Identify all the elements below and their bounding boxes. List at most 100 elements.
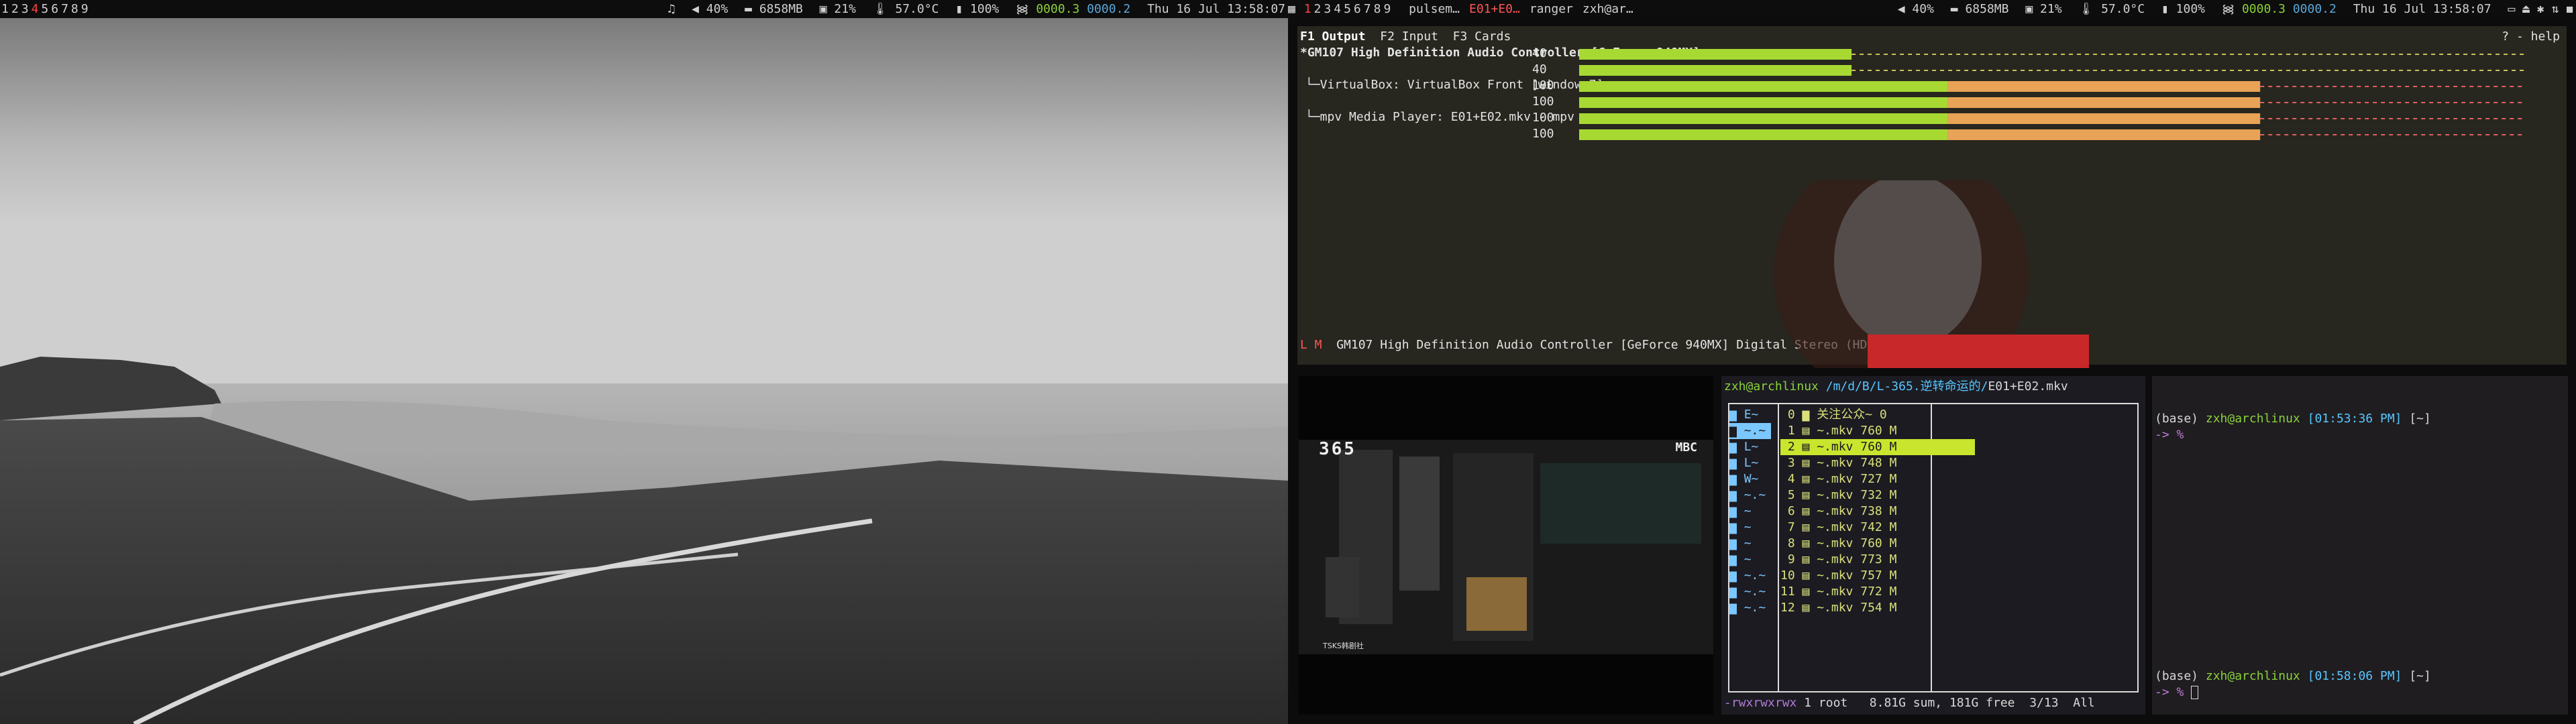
window-title-2[interactable]: ranger <box>1529 0 1573 18</box>
window-title-1[interactable]: E01+E0… <box>1469 0 1520 18</box>
layout-icon[interactable]: ▦ <box>1288 2 1295 16</box>
tray-icons[interactable]: ▭ ⏏ ✱ ⇅ ◼ <box>2508 0 2573 18</box>
workspace-list[interactable]: 123456789 <box>0 2 90 16</box>
file-entry[interactable]: 7 ▤ ~.mkv 742 M <box>1780 520 1975 536</box>
file-entry[interactable]: 10 ▤ ~.mkv 757 M <box>1780 568 1975 584</box>
file-entry[interactable]: 4 ▤ ~.mkv 727 M <box>1780 471 1975 487</box>
file-list[interactable]: 0 ▆ 关注公众~ 0 1 ▤ ~.mkv 760 M 2 ▤ ~.mkv 76… <box>1780 407 1975 616</box>
workspace-6[interactable]: 6 <box>50 0 60 18</box>
footer-flags: L M <box>1300 338 1322 352</box>
volume-levels[interactable]: 40 40 100 100 100 100 <box>1297 45 2567 172</box>
file-entry[interactable]: 3 ▤ ~.mkv 748 M <box>1780 455 1975 471</box>
parent-entry[interactable]: ▆ ~ <box>1729 536 1771 552</box>
parent-entry[interactable]: ▆ ~.~ <box>1729 487 1771 503</box>
volume-indicator[interactable]: ◀ 40% <box>692 0 728 18</box>
file-size: 760 M <box>1860 536 1897 550</box>
parent-entry[interactable]: ▆ ~.~ <box>1729 584 1771 600</box>
workspace-1[interactable]: 1 <box>1303 0 1313 18</box>
file-name: ~.mkv <box>1817 504 1861 518</box>
column-divider <box>1778 404 1779 691</box>
level-bar-orange <box>1947 129 2261 140</box>
workspace-4[interactable]: 4 <box>30 0 40 18</box>
workspace-1[interactable]: 1 <box>0 0 10 18</box>
workspace-3[interactable]: 3 <box>1322 0 1332 18</box>
file-size: 738 M <box>1860 504 1897 518</box>
folder-icon: ▆ <box>1729 504 1744 518</box>
workspace-5[interactable]: 5 <box>1342 0 1352 18</box>
workspace-7[interactable]: 7 <box>60 0 70 18</box>
parent-entry[interactable]: ▆ ~ <box>1729 503 1771 520</box>
level-bar-orange <box>1947 113 2261 124</box>
file-size: 760 M <box>1860 440 1897 454</box>
level-bar-green <box>1579 65 1852 76</box>
file-entry[interactable]: 1 ▤ ~.mkv 760 M <box>1780 423 1975 439</box>
file-entry[interactable]: 0 ▆ 关注公众~ 0 <box>1780 407 1975 423</box>
file-entry[interactable]: 6 ▤ ~.mkv 738 M <box>1780 503 1975 520</box>
workspace-6[interactable]: 6 <box>1352 0 1362 18</box>
workspace-2[interactable]: 2 <box>1313 0 1323 18</box>
terminal-window[interactable]: (base) zxh@archlinux [01:53:36 PM] [~] -… <box>2152 376 2568 715</box>
window-title-3[interactable]: zxh@ar… <box>1582 0 1633 18</box>
film-icon: ▤ <box>1802 424 1817 438</box>
parent-entry[interactable]: ▆ L~ <box>1729 439 1771 455</box>
parent-entry[interactable]: ▆ W~ <box>1729 471 1771 487</box>
file-name: ~.mkv <box>1817 601 1861 615</box>
clock[interactable]: Thu 16 Jul 13:58:07 <box>2353 0 2491 18</box>
file-name: 关注公众~ <box>1817 408 1880 422</box>
tab-output[interactable]: F1 Output <box>1300 29 1366 44</box>
file-size: 732 M <box>1860 488 1897 502</box>
file-size: 0 <box>1879 408 1887 422</box>
workspace-list[interactable]: 123456789 <box>1303 2 1393 16</box>
level-value: 100 <box>1532 111 1554 125</box>
file-entry[interactable]: 8 ▤ ~.mkv 760 M <box>1780 536 1975 552</box>
memory-icon: ▬ <box>745 2 752 16</box>
workspace-9[interactable]: 9 <box>1382 0 1392 18</box>
pulsemixer-tabs: F1 Output F2 Input F3 Cards <box>1300 29 1511 45</box>
workspace-7[interactable]: 7 <box>1362 0 1373 18</box>
parent-entry[interactable]: ▆ ~ <box>1729 552 1771 568</box>
file-entry[interactable]: 2 ▤ ~.mkv 760 M <box>1780 439 1975 455</box>
mpv-video-window[interactable]: 365 MBC TSKS韩剧社 <box>1299 376 1713 715</box>
parent-entry[interactable]: ▆ L~ <box>1729 455 1771 471</box>
text-cursor <box>2191 686 2199 699</box>
volume-indicator[interactable]: ◀ 40% <box>1898 0 1934 18</box>
level-bar-green <box>1579 129 1948 140</box>
tab-input[interactable]: F2 Input <box>1380 29 1438 44</box>
file-entry[interactable]: 9 ▤ ~.mkv 773 M <box>1780 552 1975 568</box>
parent-entry[interactable]: ▆ ~.~ <box>1729 600 1771 616</box>
file-size: 773 M <box>1860 552 1897 566</box>
folder-icon: ▆ <box>1729 440 1744 454</box>
desktop-wallpaper <box>0 18 1288 724</box>
ranger-statusline: -rwxrwxrwx 1 root 8.81G sum, 181G free 3… <box>1724 696 2095 710</box>
parent-entry[interactable]: ▆ E~ <box>1729 407 1771 423</box>
parent-entry[interactable]: ▆ ~ <box>1729 520 1771 536</box>
parent-entry[interactable]: ▆ ~.~ <box>1729 423 1771 439</box>
clock[interactable]: Thu 16 Jul 13:58:07 <box>1147 0 1285 18</box>
prompt-block-current[interactable]: (base) zxh@archlinux [01:58:06 PM] [~] -… <box>2155 668 2431 701</box>
film-icon: ▤ <box>1802 440 1817 454</box>
file-entry[interactable]: 5 ▤ ~.mkv 732 M <box>1780 487 1975 503</box>
file-entry[interactable]: 11 ▤ ~.mkv 772 M <box>1780 584 1975 600</box>
prompt-block: (base) zxh@archlinux [01:53:36 PM] [~] -… <box>2155 412 2431 442</box>
window-title-list[interactable]: pulsem… E01+E0… ranger zxh@ar… <box>1399 2 1633 16</box>
workspace-8[interactable]: 8 <box>70 0 80 18</box>
window-title-0[interactable]: pulsem… <box>1409 0 1460 18</box>
file-size: 772 M <box>1860 585 1897 599</box>
tab-cards[interactable]: F3 Cards <box>1453 29 1511 44</box>
workspace-8[interactable]: 8 <box>1373 0 1383 18</box>
ranger-window[interactable]: zxh@archlinux /m/d/B/L-365.逆转命运的/E01+E02… <box>1721 376 2145 715</box>
file-entry[interactable]: 12 ▤ ~.mkv 754 M <box>1780 600 1975 616</box>
workspace-3[interactable]: 3 <box>20 0 30 18</box>
workspace-2[interactable]: 2 <box>10 0 20 18</box>
ranger-path[interactable]: /m/d/B/L-365.逆转命运的/ <box>1826 379 1988 394</box>
music-icon[interactable]: ♫ <box>667 0 675 18</box>
wifi-icon: ᯼ <box>2221 2 2235 16</box>
parent-directory-column[interactable]: ▆ E~ ▆ ~.~ ▆ L~ ▆ L~ ▆ W~ ▆ ~.~ ▆ ~ ▆ ~ ▆ ~ ▆ ~ ▆ … <box>1729 407 1771 616</box>
file-index: 8 <box>1780 536 1803 550</box>
workspace-9[interactable]: 9 <box>80 0 90 18</box>
workspace-4[interactable]: 4 <box>1332 0 1342 18</box>
parent-entry[interactable]: ▆ ~.~ <box>1729 568 1771 584</box>
pulsemixer-window[interactable]: F1 Output F2 Input F3 Cards ? - help *GM… <box>1297 26 2567 368</box>
file-name: ~.mkv <box>1817 472 1861 486</box>
workspace-5[interactable]: 5 <box>40 0 50 18</box>
